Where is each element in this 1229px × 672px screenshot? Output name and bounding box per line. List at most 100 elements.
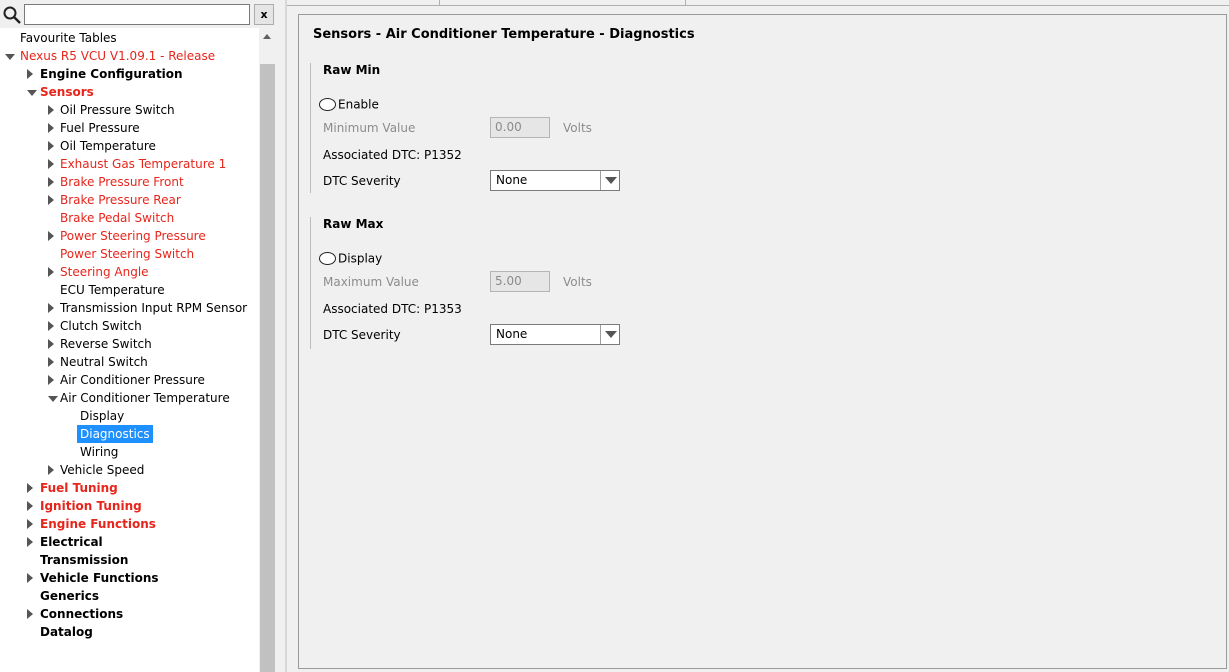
tree-item-reverse-switch[interactable]: Reverse Switch — [0, 335, 259, 353]
tree-item-electrical[interactable]: Electrical — [0, 533, 259, 551]
tree-item-power-steering-switch[interactable]: Power Steering Switch — [0, 245, 259, 263]
page-title: Sensors - Air Conditioner Temperature - … — [313, 27, 695, 42]
dtc-severity-select-min[interactable]: None — [490, 170, 620, 191]
minimum-value-field[interactable]: 0.00 — [490, 117, 550, 138]
display-radio[interactable]: Display — [319, 250, 382, 266]
expand-right-icon[interactable] — [27, 537, 33, 547]
tree-item-transmission-input-rpm-sensor[interactable]: Transmission Input RPM Sensor — [0, 299, 259, 317]
tree-item-label: Brake Pedal Switch — [60, 211, 175, 225]
expand-right-icon[interactable] — [48, 465, 54, 475]
tree-item-label: Oil Pressure Switch — [60, 103, 175, 117]
expand-right-icon[interactable] — [48, 303, 54, 313]
radio-circle-icon[interactable] — [319, 98, 336, 111]
tree-item-favourite-tables[interactable]: Favourite Tables — [0, 29, 259, 47]
tree-item-brake-pressure-front[interactable]: Brake Pressure Front — [0, 173, 259, 191]
tree-item-brake-pressure-rear[interactable]: Brake Pressure Rear — [0, 191, 259, 209]
tree-scrollbar[interactable] — [259, 28, 276, 672]
scroll-up-button[interactable] — [259, 28, 276, 46]
raw-min-group: Raw Min Enable Minimum Value 0.00 Volts … — [310, 63, 640, 193]
tree-item-fuel-tuning[interactable]: Fuel Tuning — [0, 479, 259, 497]
tree-item-air-conditioner-pressure[interactable]: Air Conditioner Pressure — [0, 371, 259, 389]
dtc-severity-select-max[interactable]: None — [490, 324, 620, 345]
tree-item-label: Diagnostics — [77, 425, 153, 443]
expand-right-icon[interactable] — [48, 321, 54, 331]
expand-right-icon[interactable] — [48, 105, 54, 115]
chevron-down-icon[interactable] — [600, 171, 619, 190]
tree-item-ecu-temperature[interactable]: ECU Temperature — [0, 281, 259, 299]
expand-right-icon[interactable] — [48, 339, 54, 349]
tree-item-label: Power Steering Switch — [60, 247, 195, 261]
tree-item-label: Oil Temperature — [60, 139, 156, 153]
tree-item-label: Neutral Switch — [60, 355, 148, 369]
search-icon[interactable] — [2, 5, 22, 25]
tree-item-exhaust-gas-temperature-1[interactable]: Exhaust Gas Temperature 1 — [0, 155, 259, 173]
tree-item-transmission[interactable]: Transmission — [0, 551, 259, 569]
raw-max-title: Raw Max — [323, 217, 384, 231]
tree-item-label: Nexus R5 VCU V1.09.1 - Release — [20, 49, 216, 63]
tree-item-neutral-switch[interactable]: Neutral Switch — [0, 353, 259, 371]
expand-right-icon[interactable] — [27, 519, 33, 529]
tree-item-label: Favourite Tables — [20, 31, 117, 45]
tree-item-vehicle-functions[interactable]: Vehicle Functions — [0, 569, 259, 587]
tree-item-label: Electrical — [40, 535, 103, 549]
tree-item-label: Connections — [40, 607, 124, 621]
expand-right-icon[interactable] — [48, 357, 54, 367]
tree-view: Favourite Tables Nexus R5 VCU V1.09.1 - R… — [0, 28, 259, 672]
expand-right-icon[interactable] — [48, 267, 54, 277]
tree-item-fuel-pressure[interactable]: Fuel Pressure — [0, 119, 259, 137]
display-radio-label: Display — [338, 251, 383, 266]
tree-item-oil-temperature[interactable]: Oil Temperature — [0, 137, 259, 155]
tree-item-label: Fuel Tuning — [40, 481, 118, 495]
expand-right-icon[interactable] — [48, 231, 54, 241]
expand-right-icon[interactable] — [27, 573, 33, 583]
tree-item-label: Transmission Input RPM Sensor — [60, 301, 248, 315]
tree-item-nexus-r5-vcu-v1-09-1-release[interactable]: Nexus R5 VCU V1.09.1 - Release — [0, 47, 259, 65]
tree-item-diagnostics[interactable]: Diagnostics — [0, 425, 259, 443]
dtc-severity-label-max: DTC Severity — [323, 328, 401, 342]
tree-item-clutch-switch[interactable]: Clutch Switch — [0, 317, 259, 335]
expand-right-icon[interactable] — [27, 501, 33, 511]
tree-item-vehicle-speed[interactable]: Vehicle Speed — [0, 461, 259, 479]
tree-item-connections[interactable]: Connections — [0, 605, 259, 623]
expand-right-icon[interactable] — [48, 159, 54, 169]
scroll-thumb[interactable] — [260, 64, 275, 672]
maximum-value-field[interactable]: 5.00 — [490, 271, 550, 292]
expand-right-icon[interactable] — [48, 375, 54, 385]
tree-item-label: Engine Configuration — [40, 67, 183, 81]
tree-item-ignition-tuning[interactable]: Ignition Tuning — [0, 497, 259, 515]
tree-item-air-conditioner-temperature[interactable]: Air Conditioner Temperature — [0, 389, 259, 407]
tree-item-datalog[interactable]: Datalog — [0, 623, 259, 641]
tree-item-sensors[interactable]: Sensors — [0, 83, 259, 101]
tree-item-oil-pressure-switch[interactable]: Oil Pressure Switch — [0, 101, 259, 119]
tree-item-engine-configuration[interactable]: Engine Configuration — [0, 65, 259, 83]
tree-item-display[interactable]: Display — [0, 407, 259, 425]
tree-item-label: Exhaust Gas Temperature 1 — [60, 157, 227, 171]
tree-item-wiring[interactable]: Wiring — [0, 443, 259, 461]
search-input[interactable] — [24, 4, 250, 25]
expand-down-icon[interactable] — [27, 90, 37, 96]
expand-right-icon[interactable] — [48, 141, 54, 151]
expand-right-icon[interactable] — [27, 69, 33, 79]
tree-item-generics[interactable]: Generics — [0, 587, 259, 605]
tree-item-label: ECU Temperature — [60, 283, 165, 297]
tree-item-brake-pedal-switch[interactable]: Brake Pedal Switch — [0, 209, 259, 227]
tree-item-power-steering-pressure[interactable]: Power Steering Pressure — [0, 227, 259, 245]
radio-circle-icon[interactable] — [319, 252, 336, 265]
chevron-down-icon[interactable] — [600, 325, 619, 344]
expand-right-icon[interactable] — [48, 123, 54, 133]
associated-dtc-max: Associated DTC: P1353 — [323, 302, 462, 316]
expand-right-icon[interactable] — [27, 483, 33, 493]
clear-search-button[interactable]: x — [254, 4, 274, 25]
expand-down-icon[interactable] — [5, 54, 15, 60]
enable-radio[interactable]: Enable — [319, 96, 379, 112]
tree-item-steering-angle[interactable]: Steering Angle — [0, 263, 259, 281]
expand-right-icon[interactable] — [27, 609, 33, 619]
pane-splitter[interactable] — [285, 0, 287, 672]
tree-item-label: Air Conditioner Pressure — [60, 373, 205, 387]
tree-item-engine-functions[interactable]: Engine Functions — [0, 515, 259, 533]
expand-right-icon[interactable] — [48, 177, 54, 187]
tree-item-label: Steering Angle — [60, 265, 149, 279]
expand-right-icon[interactable] — [48, 195, 54, 205]
tree-item-label: Wiring — [80, 445, 119, 459]
tree-item-label: Generics — [40, 589, 99, 603]
